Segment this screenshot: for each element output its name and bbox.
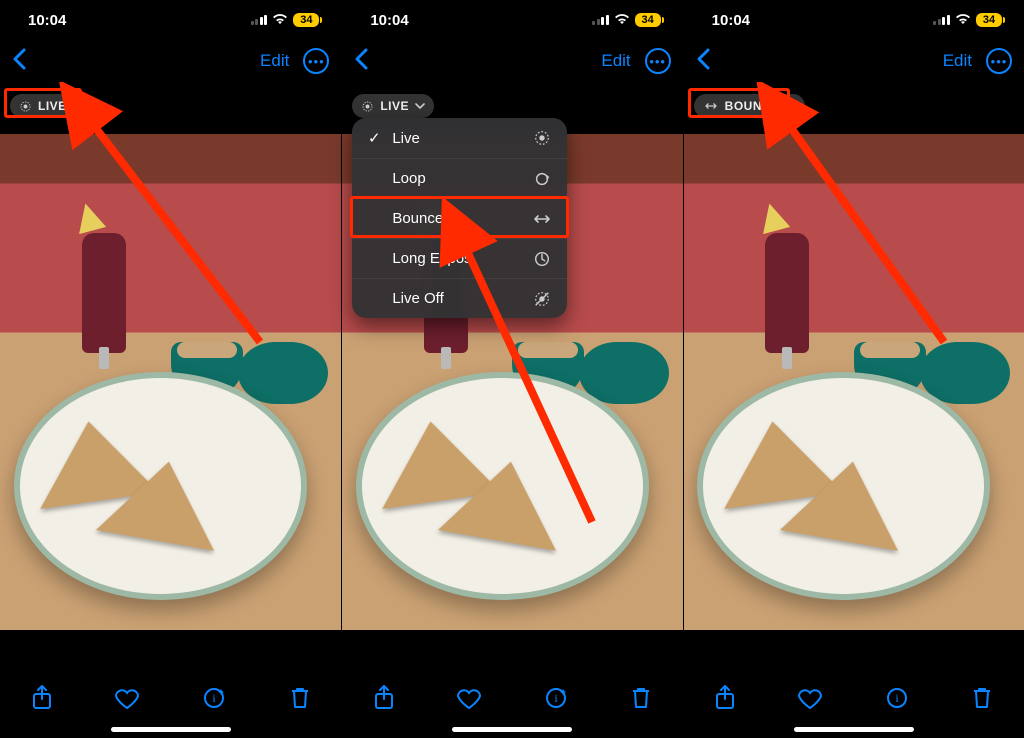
bounce-badge-label: BOUNCE [725, 99, 780, 113]
menu-item-loop[interactable]: Loop [352, 158, 567, 198]
cellular-icon [592, 15, 609, 25]
cellular-icon [251, 15, 268, 25]
battery-icon: 34 [635, 13, 661, 27]
photo-viewer[interactable]: LIVE [0, 82, 341, 672]
chevron-down-icon [786, 103, 796, 110]
delete-button[interactable] [630, 685, 652, 716]
battery-icon: 34 [976, 13, 1002, 27]
info-button[interactable]: i [884, 685, 910, 716]
photo-viewer[interactable]: LIVE ✓ Live Loop Bounce [342, 82, 682, 672]
photo-content [684, 134, 1024, 630]
cellular-icon [933, 15, 950, 25]
edit-button[interactable]: Edit [260, 51, 289, 71]
checkmark-icon: ✓ [366, 129, 382, 147]
favorite-button[interactable] [114, 686, 140, 715]
menu-item-live-off[interactable]: Live Off [352, 278, 567, 318]
effects-button[interactable]: i [543, 685, 569, 716]
home-indicator[interactable] [794, 727, 914, 732]
edit-button[interactable]: Edit [601, 51, 630, 71]
nav-bar: Edit ••• [0, 40, 341, 82]
delete-button[interactable] [289, 685, 311, 716]
bounce-photo-badge[interactable]: BOUNCE [694, 94, 805, 118]
status-right: 34 [933, 12, 1002, 29]
bounce-icon [531, 212, 553, 226]
status-right: 34 [592, 12, 661, 29]
screenshot-2: 10:04 34 Edit ••• LIVE [341, 0, 682, 738]
share-button[interactable] [373, 685, 395, 716]
nav-bar: Edit ••• [684, 40, 1024, 82]
edit-button[interactable]: Edit [943, 51, 972, 71]
svg-text:i: i [896, 691, 900, 705]
svg-text:i: i [554, 691, 558, 705]
chevron-down-icon [73, 103, 83, 110]
menu-item-live[interactable]: ✓ Live [352, 118, 567, 158]
more-button[interactable]: ••• [986, 48, 1012, 74]
home-indicator[interactable] [111, 727, 231, 732]
loop-icon [531, 170, 553, 188]
status-time: 10:04 [28, 12, 66, 29]
share-button[interactable] [31, 685, 53, 716]
live-photo-badge[interactable]: LIVE [352, 94, 434, 118]
share-button[interactable] [714, 685, 736, 716]
wifi-icon [272, 12, 288, 29]
live-effects-menu: ✓ Live Loop Bounce Long Expos Li [352, 118, 567, 318]
photo-content [0, 134, 341, 630]
screenshot-1: 10:04 34 Edit ••• LIVE [0, 0, 341, 738]
status-time: 10:04 [370, 12, 408, 29]
live-icon [531, 129, 553, 147]
screenshot-3: 10:04 34 Edit ••• BOUNCE [683, 0, 1024, 738]
delete-button[interactable] [971, 685, 993, 716]
bounce-icon [703, 101, 719, 111]
menu-item-long-exposure[interactable]: Long Expos [352, 238, 567, 278]
battery-icon: 34 [293, 13, 319, 27]
wifi-icon [614, 12, 630, 29]
chevron-down-icon [415, 103, 425, 110]
live-badge-label: LIVE [380, 99, 409, 113]
wifi-icon [955, 12, 971, 29]
status-bar: 10:04 34 [342, 0, 682, 40]
status-bar: 10:04 34 [684, 0, 1024, 40]
live-off-icon [531, 290, 553, 308]
back-button[interactable] [12, 48, 26, 75]
home-indicator[interactable] [452, 727, 572, 732]
live-badge-label: LIVE [38, 99, 67, 113]
status-right: 34 [251, 12, 320, 29]
status-time: 10:04 [712, 12, 750, 29]
favorite-button[interactable] [797, 686, 823, 715]
nav-bar: Edit ••• [342, 40, 682, 82]
live-photo-badge[interactable]: LIVE [10, 94, 92, 118]
effects-button[interactable]: i [201, 685, 227, 716]
more-button[interactable]: ••• [645, 48, 671, 74]
back-button[interactable] [354, 48, 368, 75]
more-button[interactable]: ••• [303, 48, 329, 74]
status-bar: 10:04 34 [0, 0, 341, 40]
live-icon [361, 100, 374, 113]
favorite-button[interactable] [456, 686, 482, 715]
svg-text:i: i [213, 691, 217, 705]
back-button[interactable] [696, 48, 710, 75]
photo-viewer[interactable]: BOUNCE [684, 82, 1024, 672]
live-icon [19, 100, 32, 113]
menu-item-bounce[interactable]: Bounce [352, 198, 567, 238]
exposure-icon [531, 250, 553, 268]
